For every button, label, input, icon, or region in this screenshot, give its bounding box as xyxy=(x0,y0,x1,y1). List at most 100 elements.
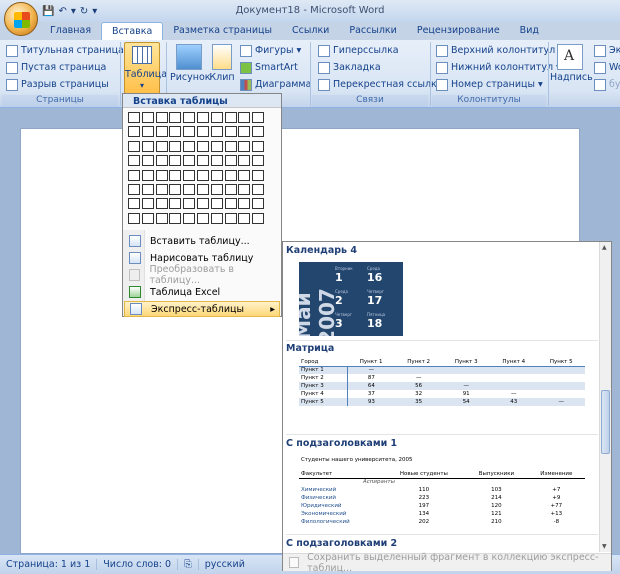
grid-cell[interactable] xyxy=(169,212,182,224)
grid-cell[interactable] xyxy=(224,169,237,181)
grid-cell[interactable] xyxy=(169,126,182,138)
grid-cell[interactable] xyxy=(155,183,168,195)
quick-tables-item[interactable]: Экспресс-таблицы ▸ xyxy=(124,301,280,317)
grid-cell[interactable] xyxy=(210,169,223,181)
grid-cell[interactable] xyxy=(183,126,196,138)
grid-cell[interactable] xyxy=(141,183,154,195)
page-break-button[interactable]: Разрыв страницы xyxy=(6,77,109,92)
grid-cell[interactable] xyxy=(141,140,154,152)
grid-cell[interactable] xyxy=(169,183,182,195)
grid-cell[interactable] xyxy=(128,183,140,195)
textbox-icon[interactable]: A xyxy=(557,44,583,70)
grid-cell[interactable] xyxy=(141,212,154,224)
grid-cell[interactable] xyxy=(141,126,154,138)
tab-home[interactable]: Главная xyxy=(40,22,101,40)
status-language[interactable]: русский xyxy=(199,559,251,570)
grid-cell[interactable] xyxy=(169,155,182,167)
gallery-scrollbar[interactable]: ▲ ▼ xyxy=(599,242,611,552)
express-blocks-button[interactable]: Эк xyxy=(594,43,620,58)
grid-cell[interactable] xyxy=(155,212,168,224)
grid-cell[interactable] xyxy=(238,212,251,224)
grid-cell[interactable] xyxy=(252,112,265,123)
customize-qat-icon[interactable]: ▾ xyxy=(92,6,97,17)
grid-cell[interactable] xyxy=(128,112,140,123)
tab-insert[interactable]: Вставка xyxy=(101,22,164,40)
grid-cell[interactable] xyxy=(183,140,196,152)
grid-cell[interactable] xyxy=(196,126,209,138)
table-button[interactable]: Таблица ▾ xyxy=(124,42,167,94)
scroll-down-icon[interactable]: ▼ xyxy=(602,543,607,550)
chart-button[interactable]: Диаграмма xyxy=(240,77,311,92)
grid-cell[interactable] xyxy=(196,140,209,152)
grid-cell[interactable] xyxy=(141,155,154,167)
office-button[interactable] xyxy=(4,2,38,36)
clip-button-label[interactable]: Клип xyxy=(208,72,236,83)
grid-cell[interactable] xyxy=(238,155,251,167)
grid-cell[interactable] xyxy=(196,183,209,195)
grid-cell[interactable] xyxy=(252,126,265,138)
grid-cell[interactable] xyxy=(252,198,265,210)
blank-page-button[interactable]: Пустая страница xyxy=(6,60,106,75)
grid-cell[interactable] xyxy=(252,140,265,152)
grid-cell[interactable] xyxy=(238,126,251,138)
grid-cell[interactable] xyxy=(210,126,223,138)
grid-cell[interactable] xyxy=(210,212,223,224)
cover-page-button[interactable]: Титульная страница▾ xyxy=(6,43,132,58)
status-words[interactable]: Число слов: 0 xyxy=(97,559,179,570)
shapes-button[interactable]: Фигуры ▾ xyxy=(240,43,301,58)
tab-view[interactable]: Вид xyxy=(510,22,549,40)
grid-cell[interactable] xyxy=(155,140,168,152)
smartart-button[interactable]: SmartArt xyxy=(240,60,298,75)
picture-icon[interactable] xyxy=(176,44,202,70)
insert-table-item[interactable]: Вставить таблицу... xyxy=(124,233,280,249)
grid-cell[interactable] xyxy=(183,155,196,167)
proofing-icon[interactable]: ⎘ xyxy=(178,559,199,570)
grid-cell[interactable] xyxy=(252,155,265,167)
grid-cell[interactable] xyxy=(128,140,140,152)
hyperlink-button[interactable]: Гиперссылка xyxy=(318,43,399,58)
bookmark-button[interactable]: Закладка xyxy=(318,60,381,75)
dropdown-icon[interactable]: ▾ xyxy=(71,6,76,17)
grid-cell[interactable] xyxy=(238,112,251,123)
grid-cell[interactable] xyxy=(169,198,182,210)
grid-cell[interactable] xyxy=(224,140,237,152)
grid-cell[interactable] xyxy=(141,169,154,181)
grid-cell[interactable] xyxy=(155,126,168,138)
grid-cell[interactable] xyxy=(183,112,196,123)
grid-cell[interactable] xyxy=(155,198,168,210)
header-button[interactable]: Верхний колонтитул▾ xyxy=(436,43,563,58)
footer-button[interactable]: Нижний колонтитул▾ xyxy=(436,60,561,75)
grid-cell[interactable] xyxy=(169,169,182,181)
dropcap-button[interactable]: бук xyxy=(594,77,620,92)
convert-to-table-item[interactable]: Преобразовать в таблицу... xyxy=(124,264,280,286)
grid-cell[interactable] xyxy=(183,198,196,210)
grid-cell[interactable] xyxy=(169,140,182,152)
picture-button-label[interactable]: Рисунок xyxy=(170,72,211,83)
matrix-preview[interactable]: Город Пункт 1 Пункт 2 Пункт 3 Пункт 4 Пункт 5… xyxy=(299,358,585,406)
grid-cell[interactable] xyxy=(141,198,154,210)
grid-cell[interactable] xyxy=(224,198,237,210)
grid-cell[interactable] xyxy=(224,155,237,167)
undo-icon[interactable]: ↶ xyxy=(58,6,66,17)
grid-cell[interactable] xyxy=(252,212,265,224)
grid-cell[interactable] xyxy=(238,169,251,181)
page-number-button[interactable]: Номер страницы ▾ xyxy=(436,77,543,92)
grid-cell[interactable] xyxy=(155,169,168,181)
grid-cell[interactable] xyxy=(196,198,209,210)
redo-icon[interactable]: ↻ xyxy=(80,6,88,17)
grid-cell[interactable] xyxy=(238,183,251,195)
grid-cell[interactable] xyxy=(196,169,209,181)
tab-mailings[interactable]: Рассылки xyxy=(339,22,406,40)
grid-cell[interactable] xyxy=(141,112,154,123)
textbox-button-label[interactable]: Надпись xyxy=(550,72,593,83)
status-page[interactable]: Страница: 1 из 1 xyxy=(0,559,98,570)
grid-cell[interactable] xyxy=(128,155,140,167)
grid-cell[interactable] xyxy=(128,169,140,181)
grid-cell[interactable] xyxy=(252,169,265,181)
wordart-button[interactable]: Wo xyxy=(594,60,620,75)
grid-cell[interactable] xyxy=(155,112,168,123)
subheadings1-preview[interactable]: Факультет Новые студенты Выпускники Изменен… xyxy=(299,470,585,526)
grid-cell[interactable] xyxy=(169,112,182,123)
grid-cell[interactable] xyxy=(183,169,196,181)
table-size-grid[interactable] xyxy=(128,112,265,225)
